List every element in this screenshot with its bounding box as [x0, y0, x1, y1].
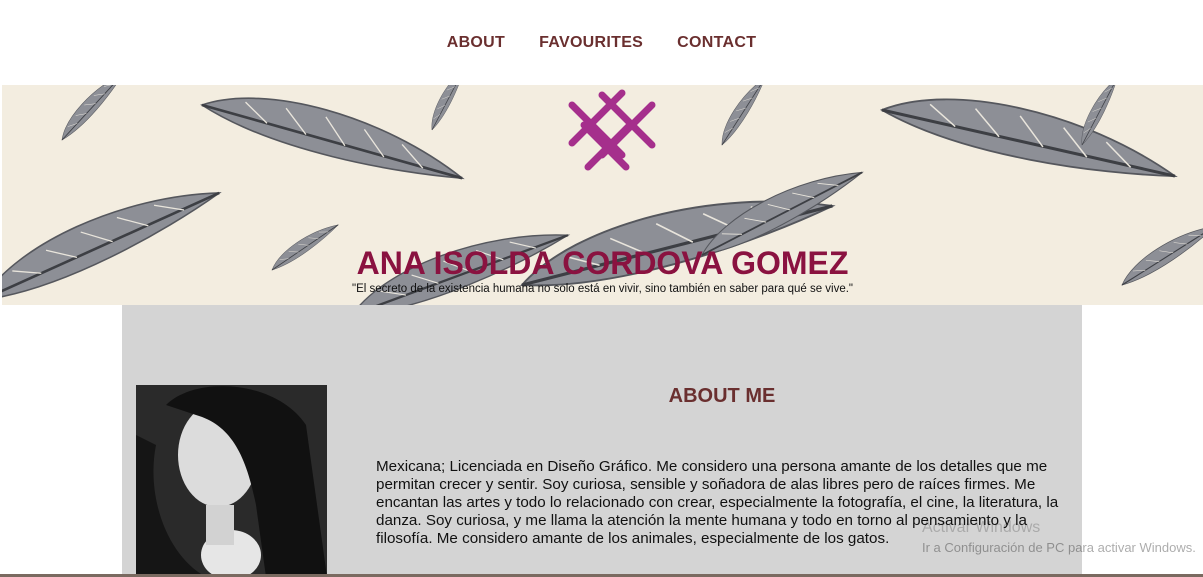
header-quote: "El secreto de la existencia humana no s… — [351, 283, 854, 295]
profile-photo — [136, 385, 327, 577]
nav-item-favourites: FAVOURITES — [539, 34, 643, 52]
os-activation-watermark: Activar Windows Ir a Configuración de PC… — [922, 519, 1196, 555]
nav-item-about: ABOUT — [447, 34, 505, 52]
nav-link-contact[interactable]: CONTACT — [677, 34, 756, 51]
logo-icon — [568, 89, 656, 171]
os-activation-title: Activar Windows — [922, 519, 1041, 536]
nav-item-contact: CONTACT — [677, 34, 756, 52]
os-activation-subtitle: Ir a Configuración de PC para activar Wi… — [922, 540, 1196, 555]
top-nav: ABOUT FAVOURITES CONTACT — [0, 0, 1203, 85]
nav-list: ABOUT FAVOURITES CONTACT — [430, 34, 774, 52]
page-title: ANA ISOLDA CORDOVA GOMEZ — [356, 245, 849, 281]
about-heading: ABOUT ME — [668, 385, 776, 407]
nav-link-favourites[interactable]: FAVOURITES — [539, 34, 643, 51]
header-banner: ANA ISOLDA CORDOVA GOMEZ "El secreto de … — [2, 85, 1203, 305]
portrait-illustration — [136, 385, 327, 577]
nav-link-about[interactable]: ABOUT — [447, 34, 505, 51]
